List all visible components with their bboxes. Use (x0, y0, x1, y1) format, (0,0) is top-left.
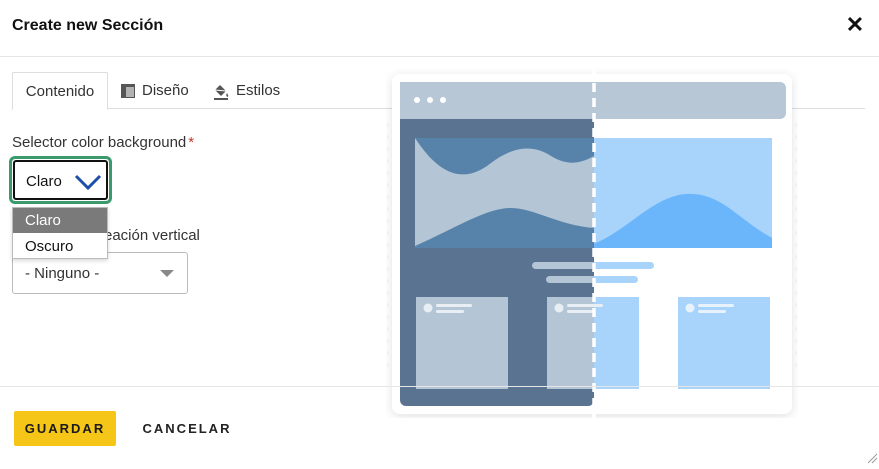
dialog-title: Create new Sección (12, 17, 164, 34)
create-section-dialog: Create new Sección ✕ Contenido Diseño Es… (0, 0, 879, 469)
cancel-button[interactable]: CANCELAR (132, 411, 242, 446)
color-select-value: Claro (26, 173, 62, 190)
color-field-label-text: Selector color background (12, 134, 187, 151)
color-field-label: Selector color background * (12, 134, 194, 151)
alignment-select-value: - Ninguno - (25, 265, 100, 282)
option-claro[interactable]: Claro (13, 208, 107, 233)
required-mark: * (188, 134, 195, 151)
save-button[interactable]: GUARDAR (14, 411, 116, 446)
close-icon[interactable]: ✕ (845, 13, 865, 37)
tab-estilos[interactable]: Estilos (209, 72, 289, 109)
layout-icon (121, 83, 135, 98)
dialog-header: Create new Sección ✕ (0, 0, 879, 57)
tab-contenido[interactable]: Contenido (12, 72, 108, 110)
light-dark-preview-illustration (387, 68, 797, 418)
alignment-field-label-text: eación vertical (104, 227, 200, 244)
tab-estilos-label: Estilos (236, 82, 281, 99)
tab-diseno-label: Diseño (142, 82, 189, 99)
caret-down-icon (160, 270, 174, 277)
tab-contenido-label: Contenido (25, 82, 95, 100)
resize-handle-icon[interactable] (866, 452, 878, 464)
dialog-footer: GUARDAR CANCELAR (0, 386, 879, 469)
chevron-down-icon (74, 174, 102, 191)
color-options-list: Claro Oscuro (12, 207, 108, 259)
tab-diseno[interactable]: Diseño (118, 72, 202, 109)
option-oscuro[interactable]: Oscuro (13, 234, 107, 259)
paint-bucket-icon (214, 84, 229, 100)
color-select[interactable]: Claro (13, 160, 108, 200)
